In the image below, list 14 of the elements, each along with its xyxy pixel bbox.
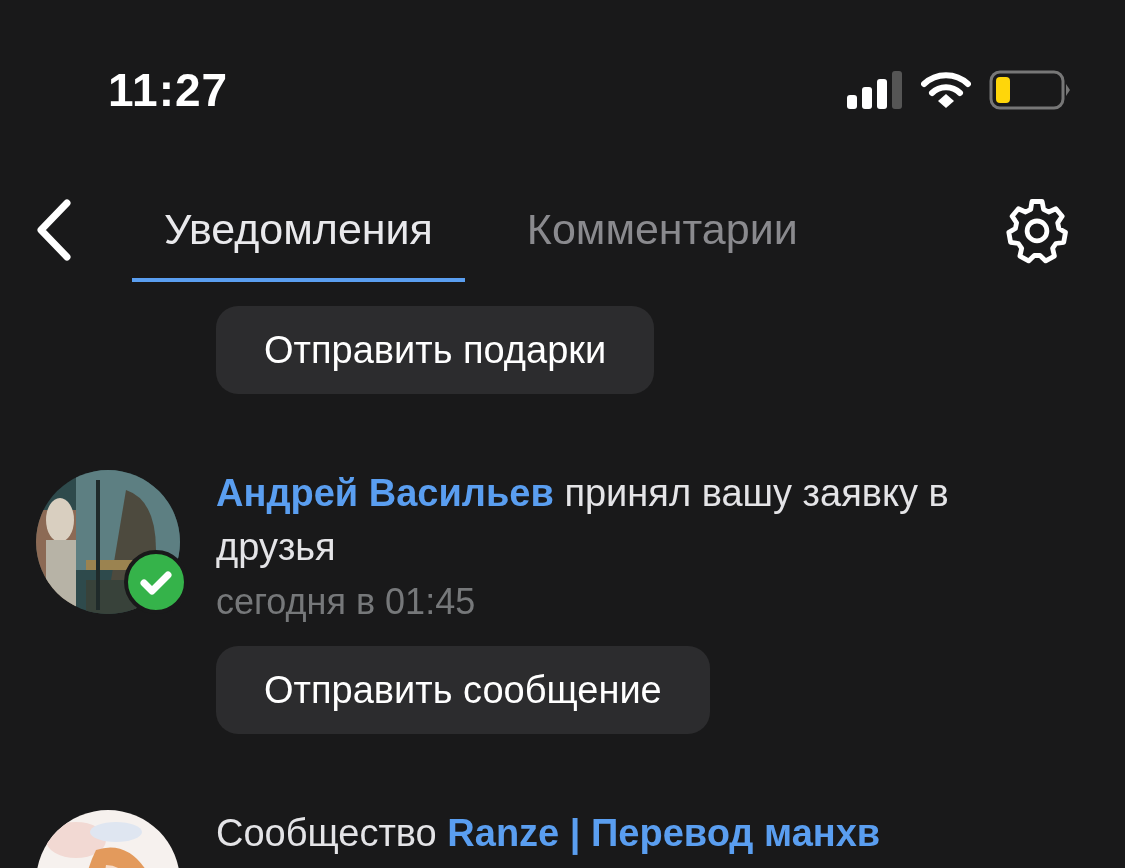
notification-text: Андрей Васильев принял вашу заявку в друзья xyxy=(216,471,950,570)
timestamp: сегодня в 01:45 xyxy=(216,580,477,624)
name-link[interactable]: Ranze | Перевод манхв xyxy=(447,812,881,854)
tab[interactable]: Комментарии xyxy=(494,178,830,282)
action-button[interactable]: Отправить подарки xyxy=(216,306,655,394)
wifi-icon xyxy=(921,71,971,109)
tab[interactable]: Уведомления xyxy=(132,178,465,282)
name-link[interactable]: Андрей Васильев xyxy=(216,472,554,514)
action-button[interactable]: Отправить сообщение xyxy=(216,646,710,734)
signal-icon xyxy=(847,71,903,109)
clock-time: 11:27 xyxy=(108,63,230,117)
notification-text: Сообщество Ranze | Перевод манхв xyxy=(216,811,882,857)
back-icon[interactable] xyxy=(36,199,72,261)
battery-icon xyxy=(989,70,1071,110)
